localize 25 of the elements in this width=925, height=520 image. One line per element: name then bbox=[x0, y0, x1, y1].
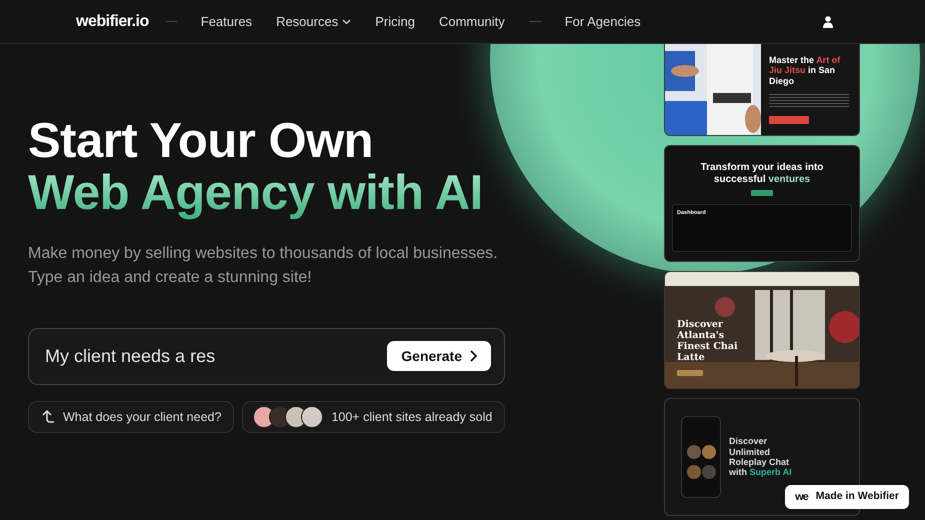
user-icon[interactable] bbox=[823, 16, 833, 28]
hero-title: Start Your Own bbox=[28, 116, 374, 168]
prompt-field[interactable]: My client needs a res Generate bbox=[28, 328, 505, 385]
nav-link[interactable]: For Agencies bbox=[564, 12, 641, 32]
chevron-right-icon bbox=[470, 350, 477, 362]
nav-link[interactable]: Pricing bbox=[375, 12, 415, 32]
website-preview[interactable]: Master the Art of Jiu Jitsu in San Diego bbox=[664, 44, 860, 136]
preview-headline: Discover Unlimited Roleplay Chat with Superb AI bbox=[729, 436, 793, 478]
nav-link[interactable]: Features bbox=[200, 12, 252, 32]
generate-button[interactable]: Generate bbox=[387, 341, 491, 372]
preview-headline: Master the Art of Jiu Jitsu in San Diego bbox=[769, 55, 842, 86]
logo: we bbox=[795, 490, 808, 505]
nav-link[interactable]: Community bbox=[438, 12, 505, 32]
logo[interactable]: webifier.io bbox=[76, 10, 149, 34]
hero-subtitle: Make money by selling websites to thousands of local businesses. Type an idea and create a stunning site! bbox=[28, 244, 498, 288]
social-proof-text: 100+ client sites already sold bbox=[331, 408, 492, 426]
hint-chip[interactable]: What does your client need? bbox=[28, 400, 234, 433]
arrow-up-icon bbox=[41, 409, 55, 424]
preview-headline: Discover Atlanta's Finest Chai Latte bbox=[677, 320, 739, 364]
preview-headline: Transform your ideas into successful ventures bbox=[700, 162, 824, 185]
cta-button[interactable] bbox=[769, 116, 809, 124]
nav-link[interactable]: Resources bbox=[276, 12, 352, 32]
avatar bbox=[301, 406, 324, 428]
made-in-badge[interactable]: we Made in Webifier bbox=[785, 485, 909, 509]
website-preview[interactable]: Discover Atlanta's Finest Chai Latte bbox=[664, 271, 860, 389]
